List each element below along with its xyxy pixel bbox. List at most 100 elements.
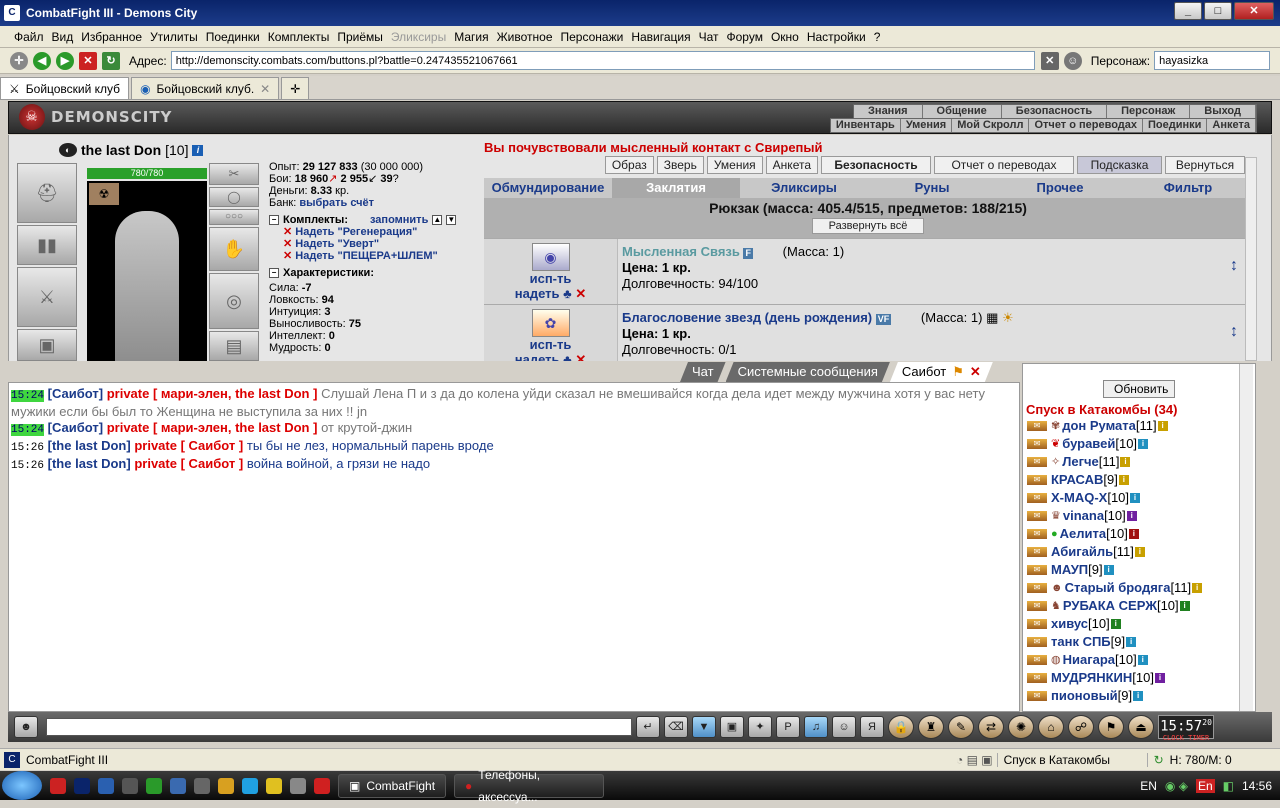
tab-other[interactable]: Прочее: [996, 178, 1124, 198]
collapse-icon[interactable]: −: [269, 215, 279, 225]
msg-time[interactable]: 15:24: [11, 390, 45, 402]
player-name[interactable]: X-MAQ-X: [1051, 489, 1107, 507]
menu-battles[interactable]: Поединки: [206, 30, 260, 44]
menu-navigation[interactable]: Навигация: [631, 30, 690, 44]
menu-magic[interactable]: Магия: [454, 30, 488, 44]
clan-icon[interactable]: ●: [1051, 525, 1058, 543]
tab-system-messages[interactable]: Системные сообщения: [726, 362, 890, 382]
clan-icon[interactable]: ◍: [1051, 651, 1061, 669]
bag-icon[interactable]: ♣: [563, 286, 572, 301]
menu-animal[interactable]: Животное: [497, 30, 553, 44]
player-name[interactable]: vinana: [1063, 507, 1104, 525]
boots-slot[interactable]: ▤: [209, 331, 259, 361]
lock-icon[interactable]: 🔒: [888, 715, 914, 739]
item-name[interactable]: Благословение звезд (день рождения): [622, 310, 872, 325]
clan-icon[interactable]: ✾: [1051, 417, 1060, 435]
private-msg-icon[interactable]: ✉: [1027, 673, 1047, 683]
minimize-button[interactable]: _: [1174, 2, 1202, 20]
tab-runes[interactable]: Руны: [868, 178, 996, 198]
armor-slot[interactable]: ▣: [17, 329, 77, 361]
msg-time[interactable]: 15:24: [11, 424, 45, 436]
refresh-button[interactable]: Обновить: [1103, 380, 1175, 398]
msg-time[interactable]: 15:26: [11, 442, 44, 454]
use-link[interactable]: исп-ть: [484, 271, 617, 286]
info-icon[interactable]: i: [1192, 583, 1203, 593]
pin-icon[interactable]: ✛: [10, 51, 28, 70]
quicklaunch-icon[interactable]: [50, 777, 66, 794]
link-inventory[interactable]: Инвентарь: [831, 119, 901, 132]
stop-icon[interactable]: ✕: [79, 51, 97, 70]
chat-mode-icon[interactable]: ☻: [14, 716, 38, 738]
menu-view[interactable]: Вид: [52, 30, 74, 44]
info-icon[interactable]: i: [1118, 475, 1129, 485]
link-battles[interactable]: Поединки: [1143, 119, 1208, 132]
pl-icon[interactable]: P: [776, 716, 800, 738]
info-icon[interactable]: i: [1133, 691, 1144, 701]
delete-icon[interactable]: ✕: [283, 238, 292, 250]
private-msg-icon[interactable]: ✉: [1027, 583, 1047, 593]
sort-arrow-icon[interactable]: ↕: [1230, 323, 1238, 341]
image-button[interactable]: Образ: [604, 156, 654, 174]
clock-timer[interactable]: 15:5720 CLOCK TIMER: [1158, 715, 1214, 742]
menu-forum[interactable]: Форум: [727, 30, 763, 44]
quicklaunch-icon[interactable]: [290, 777, 306, 794]
private-msg-icon[interactable]: ✉: [1027, 475, 1047, 485]
url-input[interactable]: [170, 51, 1035, 70]
bank-link[interactable]: выбрать счёт: [299, 197, 374, 209]
clear-icon[interactable]: ✕: [1040, 51, 1059, 70]
lang-indicator-2[interactable]: En: [1195, 778, 1215, 793]
link-exit[interactable]: Выход: [1190, 105, 1256, 118]
shield-slot[interactable]: ◎: [209, 273, 259, 329]
return-button[interactable]: Вернуться: [1165, 156, 1245, 174]
sort-arrow-icon[interactable]: ↕: [1230, 257, 1238, 275]
clan-icon[interactable]: ❦: [1051, 435, 1060, 453]
msg-time[interactable]: 15:26: [11, 460, 44, 472]
delete-icon[interactable]: ✕: [283, 250, 292, 262]
private-msg-icon[interactable]: ✉: [1027, 637, 1047, 647]
info-icon[interactable]: i: [1157, 421, 1168, 431]
use-link[interactable]: исп-ть: [484, 337, 617, 352]
clan-icon[interactable]: ☻: [1051, 579, 1063, 597]
opera-icon[interactable]: [314, 777, 330, 794]
info-icon[interactable]: i: [1138, 439, 1149, 449]
scroll-up-icon[interactable]: ▲: [432, 215, 443, 225]
lang-indicator[interactable]: EN: [1140, 779, 1157, 793]
info-icon[interactable]: i: [1126, 511, 1137, 521]
collapse-icon[interactable]: −: [269, 268, 279, 278]
tray-icons[interactable]: ◉ ◈: [1165, 779, 1188, 793]
menu-elixirs[interactable]: Эликсиры: [391, 30, 446, 44]
send-icon[interactable]: ↵: [636, 716, 660, 738]
status-icons[interactable]: ◔ ▤ ▣: [956, 753, 993, 767]
buff-icon[interactable]: ☢: [89, 183, 119, 205]
menu-help[interactable]: ?: [874, 30, 881, 44]
set-label[interactable]: Надеть "ПЕЩЕРА+ШЛЕМ": [295, 250, 437, 262]
info-icon[interactable]: i: [1120, 457, 1131, 467]
private-msg-icon[interactable]: ✉: [1027, 547, 1047, 557]
info-icon[interactable]: i: [192, 144, 204, 156]
link-my-scroll[interactable]: Мой Скролл: [952, 119, 1030, 132]
msg-author[interactable]: [Саибот]: [48, 386, 103, 401]
cake-icon[interactable]: ✿: [531, 309, 570, 337]
private-msg-icon[interactable]: ✉: [1027, 565, 1047, 575]
player-name[interactable]: Ниагара: [1063, 651, 1115, 669]
delete-icon[interactable]: ✕: [283, 226, 292, 238]
private-msg-icon[interactable]: ✉: [1027, 493, 1047, 503]
skills-button[interactable]: Умения: [706, 156, 763, 174]
tab-elixirs[interactable]: Эликсиры: [740, 178, 868, 198]
info-icon[interactable]: i: [1110, 619, 1121, 629]
link-profile[interactable]: Анкета: [1207, 119, 1256, 132]
online-scrollbar[interactable]: [1239, 364, 1253, 711]
item-name[interactable]: Мысленная Связь: [622, 244, 740, 259]
transfer-icon[interactable]: ⇄: [978, 715, 1004, 739]
clan-icon[interactable]: ♞: [1051, 597, 1061, 615]
tab-spells[interactable]: Заклятия: [612, 178, 740, 198]
player-name[interactable]: МУДРЯНКИН: [1051, 669, 1132, 687]
forward-icon[interactable]: ▶: [56, 51, 74, 70]
bracers-slot[interactable]: ▮▮: [17, 225, 77, 265]
translit-icon[interactable]: Я: [860, 716, 884, 738]
flag-icon[interactable]: ⚑: [1098, 715, 1124, 739]
eraser-icon[interactable]: ⌫: [664, 716, 688, 738]
link-security[interactable]: Безопасность: [1002, 105, 1108, 118]
set-label[interactable]: Надеть "Уверт": [295, 238, 379, 250]
filter-icon[interactable]: ▼: [692, 716, 716, 738]
